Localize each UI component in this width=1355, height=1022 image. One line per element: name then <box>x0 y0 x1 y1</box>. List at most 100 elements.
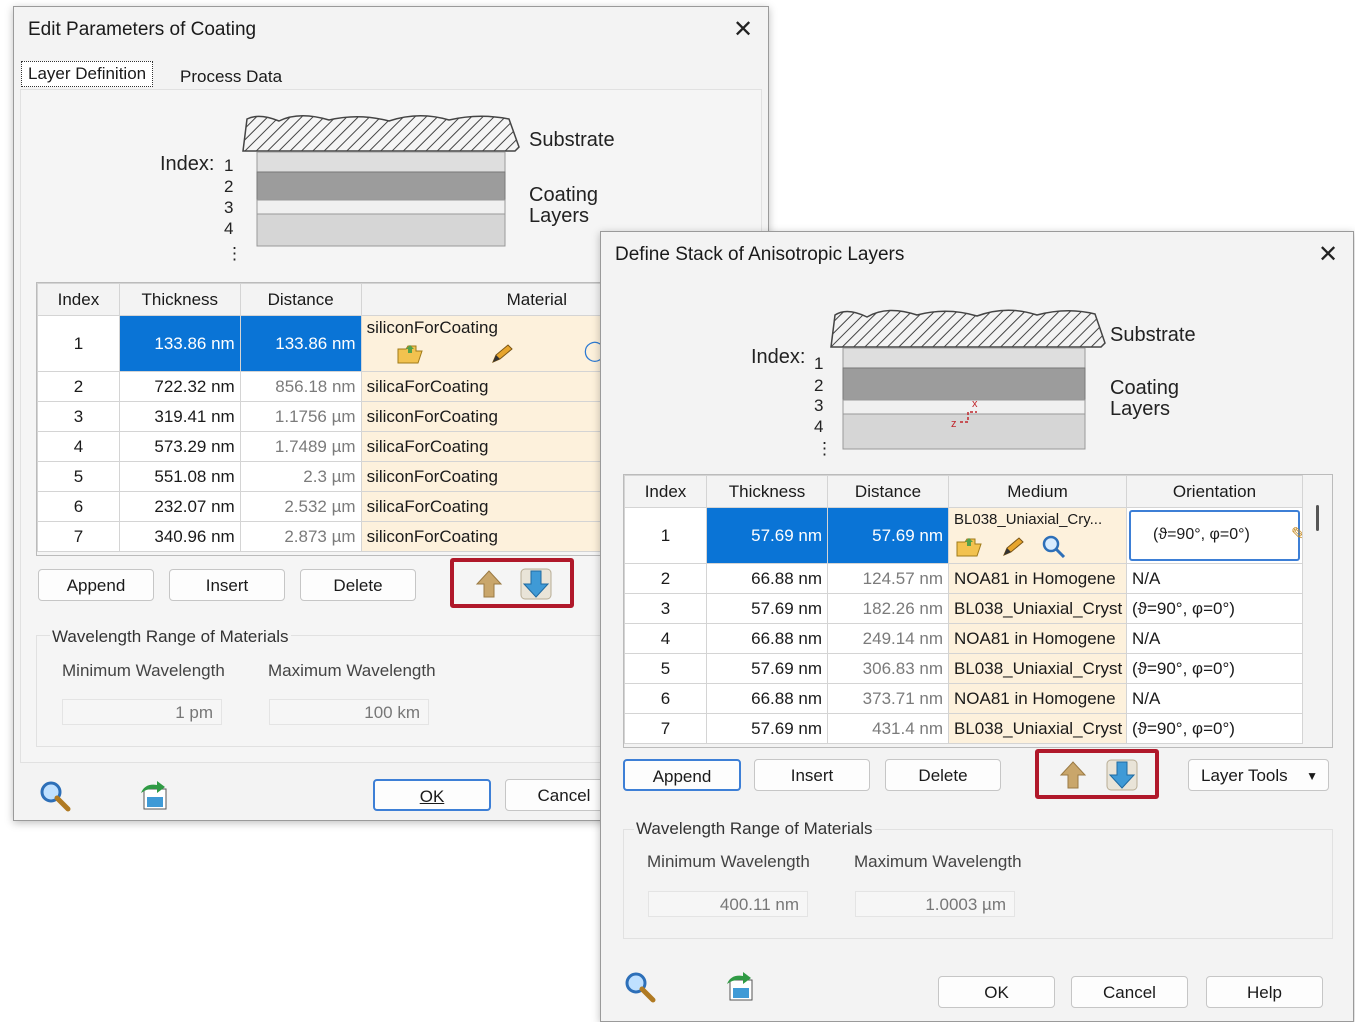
cell-material[interactable]: silicaForCoating <box>360 491 607 522</box>
cell-material-editing[interactable]: siliconForCoating ◯ <box>360 315 607 372</box>
col-material[interactable]: Material <box>360 283 607 316</box>
cell-index[interactable]: 2 <box>624 563 707 594</box>
folder-icon[interactable] <box>955 536 983 558</box>
cell-thickness[interactable]: 57.69 nm <box>706 507 828 564</box>
append-button[interactable]: Append <box>623 759 741 791</box>
table-row[interactable]: 4 66.88 nm 249.14 nm NOA81 in Homogene N… <box>624 623 1303 654</box>
cell-orientation[interactable]: (ϑ=90°, φ=0°) <box>1126 713 1303 744</box>
pencil-icon[interactable] <box>1001 536 1025 558</box>
cell-thickness[interactable]: 551.08 nm <box>118 461 241 492</box>
cell-material[interactable]: silicaForCoating <box>360 371 607 402</box>
table-row[interactable]: 2 66.88 nm 124.57 nm NOA81 in Homogene N… <box>624 563 1303 594</box>
cell-index[interactable]: 5 <box>37 461 120 492</box>
close-icon[interactable]: ✕ <box>1315 242 1341 268</box>
cell-material[interactable]: siliconForCoating <box>360 401 607 432</box>
cell-thickness[interactable]: 57.69 nm <box>706 713 828 744</box>
move-up-icon[interactable] <box>473 568 505 600</box>
cell-orientation[interactable]: N/A <box>1126 623 1303 654</box>
max-wavelength-field[interactable]: 1.0003 µm <box>855 891 1015 917</box>
magnifier-icon[interactable] <box>38 779 72 813</box>
table-row[interactable]: 3 319.41 nm 1.1756 µm siliconForCoating <box>37 401 607 432</box>
cell-thickness[interactable]: 57.69 nm <box>706 593 828 624</box>
append-button[interactable]: Append <box>38 569 154 601</box>
cell-index[interactable]: 2 <box>37 371 120 402</box>
cell-orientation[interactable]: (ϑ=90°, φ=0°) <box>1126 653 1303 684</box>
cell-orientation[interactable]: (ϑ=90°, φ=0°) <box>1126 593 1303 624</box>
cell-medium[interactable]: NOA81 in Homogene <box>948 683 1127 714</box>
cell-material[interactable]: silicaForCoating <box>360 431 607 462</box>
cell-thickness[interactable]: 57.69 nm <box>706 653 828 684</box>
export-icon[interactable] <box>723 970 757 1004</box>
cell-distance[interactable]: 133.86 nm <box>239 315 362 372</box>
layer-tools-dropdown[interactable]: Layer Tools ▼ <box>1188 759 1329 791</box>
table-row[interactable]: 6 66.88 nm 373.71 nm NOA81 in Homogene N… <box>624 683 1303 714</box>
cell-thickness[interactable]: 573.29 nm <box>118 431 241 462</box>
cell-index[interactable]: 3 <box>37 401 120 432</box>
col-distance[interactable]: Distance <box>827 475 949 508</box>
folder-icon[interactable] <box>396 343 424 365</box>
cell-thickness[interactable]: 133.86 nm <box>118 315 241 372</box>
cell-index[interactable]: 4 <box>37 431 120 462</box>
table-row[interactable]: 1 133.86 nm 133.86 nm siliconForCoating … <box>37 315 607 372</box>
col-index[interactable]: Index <box>624 475 707 508</box>
cell-orientation[interactable]: N/A <box>1126 683 1303 714</box>
export-icon[interactable] <box>137 779 171 813</box>
col-thickness[interactable]: Thickness <box>118 283 241 316</box>
move-up-icon[interactable] <box>1057 759 1089 791</box>
delete-button[interactable]: Delete <box>300 569 416 601</box>
table-scrollbar[interactable] <box>1316 505 1319 531</box>
cell-index[interactable]: 6 <box>37 491 120 522</box>
col-orientation[interactable]: Orientation <box>1126 475 1303 508</box>
cancel-button[interactable]: Cancel <box>1071 976 1188 1008</box>
cell-thickness[interactable]: 66.88 nm <box>706 563 828 594</box>
table-row[interactable]: 5 551.08 nm 2.3 µm siliconForCoating <box>37 461 607 492</box>
cell-thickness[interactable]: 232.07 nm <box>118 491 241 522</box>
cell-medium-editing[interactable]: BL038_Uniaxial_Cry... <box>948 507 1127 564</box>
move-down-icon[interactable] <box>1106 759 1138 791</box>
ok-button[interactable]: OK <box>938 976 1055 1008</box>
max-wavelength-field[interactable]: 100 km <box>269 699 429 725</box>
tab-layer-definition[interactable]: Layer Definition <box>21 61 154 87</box>
close-icon[interactable]: ✕ <box>730 17 756 43</box>
move-down-icon[interactable] <box>520 568 552 600</box>
cell-index[interactable]: 1 <box>624 507 707 564</box>
cell-index[interactable]: 1 <box>37 315 120 372</box>
table-row[interactable]: 4 573.29 nm 1.7489 µm silicaForCoating <box>37 431 607 462</box>
cell-index[interactable]: 3 <box>624 593 707 624</box>
table-row[interactable]: 3 57.69 nm 182.26 nm BL038_Uniaxial_Crys… <box>624 593 1303 624</box>
table-row[interactable]: 5 57.69 nm 306.83 nm BL038_Uniaxial_Crys… <box>624 653 1303 684</box>
cell-orientation-editing[interactable]: (ϑ=90°, φ=0°) ✎ <box>1126 507 1303 564</box>
orientation-editor[interactable]: (ϑ=90°, φ=0°) ✎ <box>1129 510 1302 561</box>
insert-button[interactable]: Insert <box>169 569 285 601</box>
cell-thickness[interactable]: 66.88 nm <box>706 623 828 654</box>
cell-medium[interactable]: NOA81 in Homogene <box>948 623 1127 654</box>
search-icon[interactable] <box>1041 534 1067 558</box>
ok-button[interactable]: OK <box>373 779 491 811</box>
cell-thickness[interactable]: 66.88 nm <box>706 683 828 714</box>
cell-index[interactable]: 6 <box>624 683 707 714</box>
table-row[interactable]: 7 57.69 nm 431.4 nm BL038_Uniaxial_Cryst… <box>624 713 1303 744</box>
cell-orientation[interactable]: N/A <box>1126 563 1303 594</box>
table-row[interactable]: 6 232.07 nm 2.532 µm silicaForCoating <box>37 491 607 522</box>
cell-thickness[interactable]: 319.41 nm <box>118 401 241 432</box>
delete-button[interactable]: Delete <box>885 759 1001 791</box>
cell-material[interactable]: siliconForCoating <box>360 461 607 492</box>
cell-medium[interactable]: BL038_Uniaxial_Cryst <box>948 593 1127 624</box>
tab-process-data[interactable]: Process Data <box>174 65 288 89</box>
cell-index[interactable]: 4 <box>624 623 707 654</box>
cell-medium[interactable]: NOA81 in Homogene <box>948 563 1127 594</box>
pencil-icon[interactable] <box>490 343 514 365</box>
min-wavelength-field[interactable]: 1 pm <box>62 699 222 725</box>
table-row[interactable]: 1 57.69 nm 57.69 nm BL038_Uniaxial_Cry..… <box>624 507 1303 564</box>
cell-medium[interactable]: BL038_Uniaxial_Cryst <box>948 653 1127 684</box>
table-row[interactable]: 7 340.96 nm 2.873 µm siliconForCoating <box>37 521 607 552</box>
cell-medium[interactable]: BL038_Uniaxial_Cryst <box>948 713 1127 744</box>
table-row[interactable]: 2 722.32 nm 856.18 nm silicaForCoating <box>37 371 607 402</box>
cell-distance[interactable]: 57.69 nm <box>827 507 949 564</box>
cell-thickness[interactable]: 340.96 nm <box>118 521 241 552</box>
col-medium[interactable]: Medium <box>948 475 1127 508</box>
col-index[interactable]: Index <box>37 283 120 316</box>
col-distance[interactable]: Distance <box>239 283 362 316</box>
col-thickness[interactable]: Thickness <box>706 475 828 508</box>
magnifier-icon[interactable] <box>623 970 657 1004</box>
